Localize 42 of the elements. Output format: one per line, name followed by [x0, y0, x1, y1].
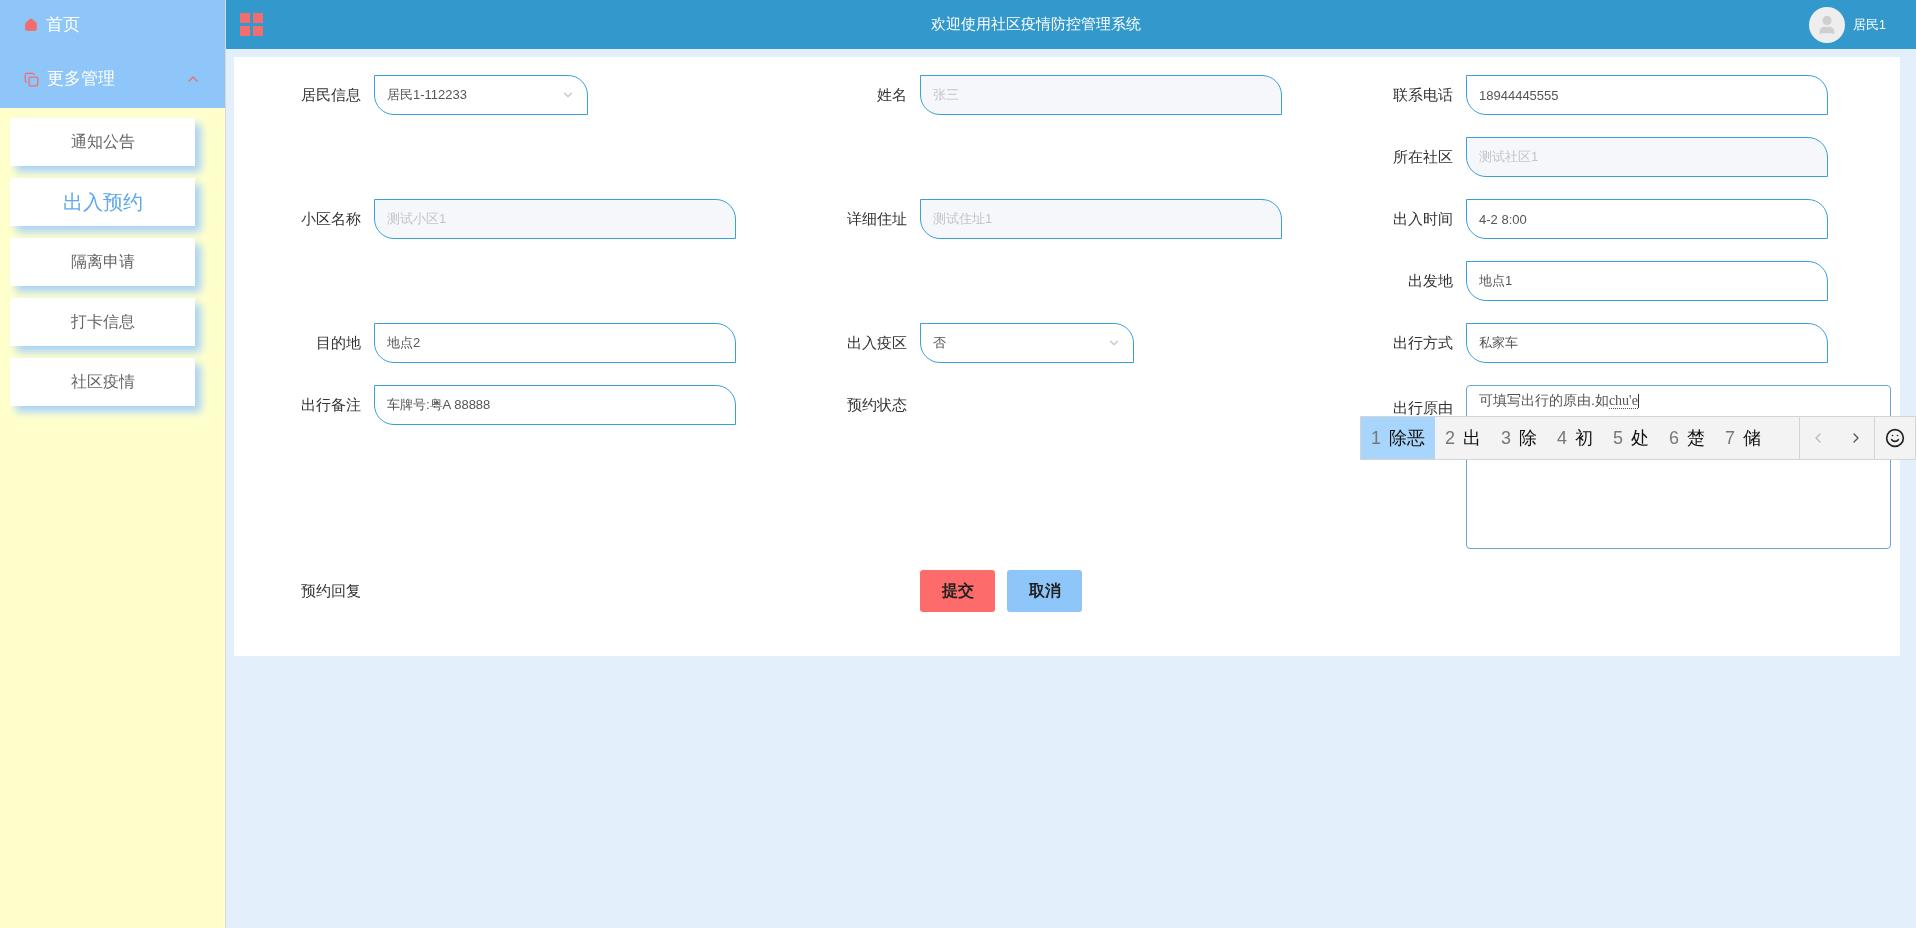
ime-candidate[interactable]: 7 储 — [1715, 417, 1772, 459]
submenu-item[interactable]: 通知公告 — [10, 118, 195, 166]
field-label: 详细住址 — [846, 208, 907, 229]
text-field[interactable]: 地点1 — [1466, 261, 1828, 301]
field-label: 出入疫区 — [846, 332, 907, 353]
ime-candidate[interactable]: 1 除恶 — [1361, 417, 1435, 459]
field-label: 目的地 — [315, 332, 361, 353]
copy-icon — [24, 71, 39, 87]
ime-candidate[interactable]: 6 楚 — [1659, 417, 1716, 459]
select-field[interactable]: 否 — [920, 323, 1134, 363]
ime-candidate[interactable]: 4 初 — [1547, 417, 1604, 459]
ime-candidate[interactable]: 5 处 — [1603, 417, 1660, 459]
home-icon — [24, 18, 38, 32]
field-label: 出发地 — [1407, 270, 1453, 291]
user-name: 居民1 — [1852, 15, 1886, 34]
submenu-item[interactable]: 社区疫情 — [10, 358, 195, 406]
select-field[interactable]: 居民1-112233 — [374, 75, 588, 115]
field-label: 联系电话 — [1392, 84, 1453, 105]
text-field[interactable]: 地点2 — [374, 323, 736, 363]
field-label: 出行方式 — [1392, 332, 1453, 353]
text-field[interactable]: 车牌号:粤A 88888 — [374, 385, 736, 425]
text-field[interactable]: 18944445555 — [1466, 75, 1828, 115]
field-label: 居民信息 — [300, 84, 361, 105]
cancel-button[interactable]: 取消 — [1007, 570, 1082, 612]
submenu-item[interactable]: 隔离申请 — [10, 238, 195, 286]
field-label: 出入时间 — [1392, 208, 1453, 229]
field-label: 所在社区 — [1392, 146, 1453, 167]
page-title: 欢迎使用社区疫情防控管理系统 — [931, 14, 1142, 35]
field-label: 小区名称 — [300, 208, 361, 229]
text-field[interactable]: 4-2 8:00 — [1466, 199, 1828, 239]
emoji-icon[interactable] — [1885, 428, 1905, 448]
avatar[interactable] — [1808, 6, 1845, 43]
field-label: 出行原由 — [1392, 398, 1453, 418]
field-label: 预约状态 — [846, 394, 907, 415]
field-label: 预约回复 — [300, 580, 361, 601]
field-label: 出行备注 — [300, 394, 361, 415]
ime-candidate[interactable]: 3 除 — [1491, 417, 1548, 459]
text-field[interactable]: 私家车 — [1466, 323, 1828, 363]
field-label: 姓名 — [876, 84, 907, 105]
submit-button[interactable]: 提交 — [920, 570, 995, 612]
submenu-item[interactable]: 打卡信息 — [10, 298, 195, 346]
nav-group-label: 更多管理 — [47, 68, 116, 91]
